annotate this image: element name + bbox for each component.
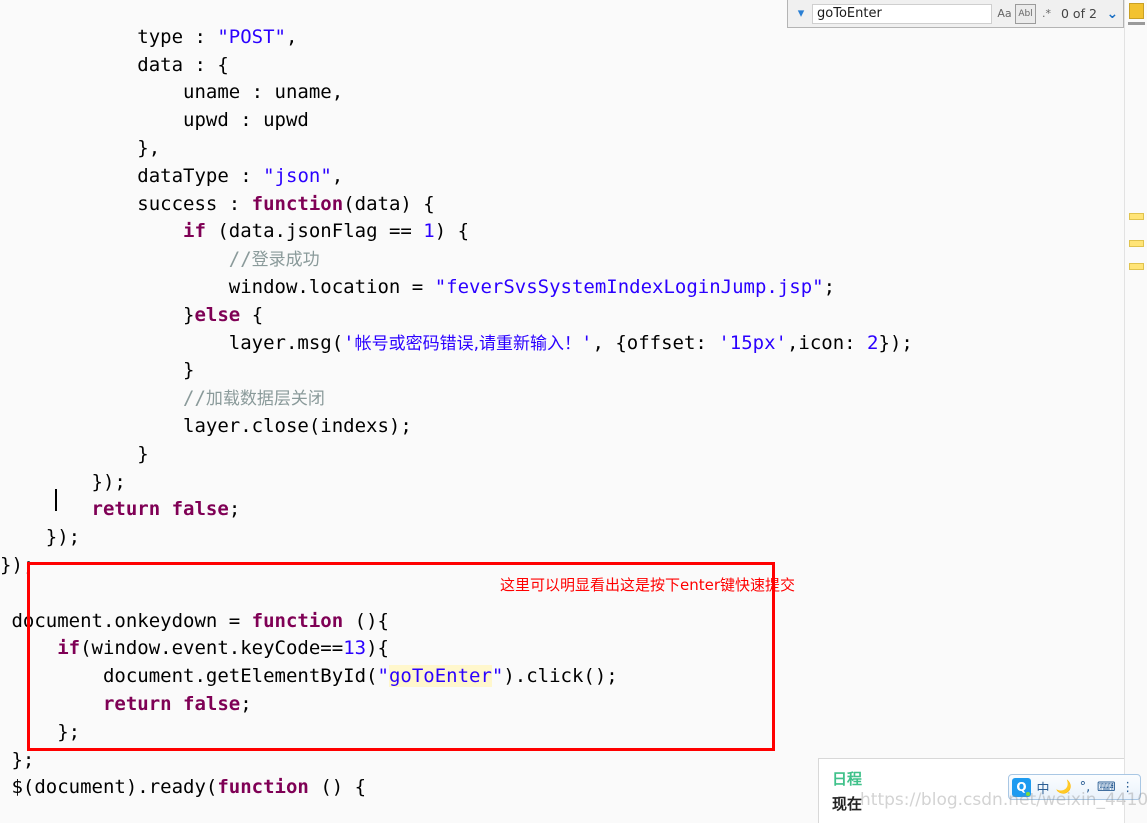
code-line: document.onkeydown = function (){: [11, 609, 389, 632]
language-mode-label[interactable]: 中: [1034, 777, 1052, 797]
punctuation-mode-label[interactable]: °,: [1076, 777, 1094, 797]
schedule-now-label: 现在: [832, 795, 863, 813]
code-line: window.location = "feverSvsSystemIndexLo…: [228, 275, 836, 298]
code-line: data : {: [137, 53, 229, 76]
whole-word-icon[interactable]: Abl: [1015, 3, 1036, 24]
vertical-scrollbar[interactable]: [1124, 0, 1147, 823]
code-line: layer.close(indexs);: [183, 414, 412, 437]
moon-icon[interactable]: 🌙: [1055, 777, 1073, 797]
code-text[interactable]: type : "POST", data : { uname : uname, u…: [0, 0, 913, 823]
code-line: });: [45, 526, 81, 549]
search-match-highlight: goToEnter: [388, 665, 492, 688]
code-line: return false;: [91, 498, 241, 521]
code-line: });: [91, 470, 126, 493]
code-line: uname : uname,: [183, 81, 344, 104]
code-line: type : "POST",: [137, 25, 298, 48]
scrollbar-thumb[interactable]: [1129, 3, 1144, 19]
code-line: layer.msg('帐号或密码错误,请重新输入！', {offset: '15…: [228, 331, 913, 354]
text-caret: [55, 489, 57, 511]
keyboard-icon[interactable]: ⌨: [1097, 777, 1116, 797]
result-count-label: 0 of 2: [1061, 6, 1097, 21]
match-case-icon[interactable]: Aa: [994, 4, 1015, 24]
code-line: };: [57, 720, 81, 743]
code-line: document.getElementById("goToEnter").cli…: [102, 665, 618, 688]
code-line: success : function(data) {: [137, 192, 435, 215]
code-line: }: [137, 442, 149, 465]
code-line: //加载数据层关闭: [183, 387, 325, 410]
code-line: upwd : upwd: [183, 109, 309, 132]
schedule-title: 日程: [832, 770, 863, 788]
search-input[interactable]: [812, 3, 992, 24]
qq-pinyin-logo-icon[interactable]: Q: [1012, 777, 1031, 797]
scrollbar-divider: [1128, 22, 1145, 25]
scrollbar-match-marker[interactable]: [1129, 263, 1144, 270]
scrollbar-match-marker[interactable]: [1129, 240, 1144, 247]
chevron-down-icon[interactable]: ▾: [792, 5, 810, 23]
find-next-icon[interactable]: ⌄: [1103, 5, 1122, 23]
code-line: if(window.event.keyCode==13){: [57, 637, 389, 660]
code-editor-pane[interactable]: type : "POST", data : { uname : uname, u…: [0, 0, 1124, 823]
code-line: };: [11, 748, 35, 771]
code-line: },: [137, 136, 161, 159]
code-line: }: [183, 359, 195, 382]
find-bar[interactable]: ▾ Aa Abl .* 0 of 2 ⌄ ⌃ ✕: [787, 0, 1147, 28]
ime-toolbar[interactable]: Q 中 🌙 °, ⌨ ⋮: [1008, 774, 1141, 800]
toolbox-icon[interactable]: ⋮: [1119, 777, 1137, 797]
code-line: if (data.jsonFlag == 1) {: [183, 220, 470, 243]
code-line: //登录成功: [228, 248, 320, 271]
code-line: $(document).ready(function () {: [11, 776, 367, 799]
code-line: }else {: [183, 303, 264, 326]
scrollbar-match-marker[interactable]: [1129, 213, 1144, 220]
annotation-label: 这里可以明显看出这是按下enter键快速提交: [500, 576, 796, 594]
regex-icon[interactable]: .*: [1036, 4, 1057, 24]
code-line: return false;: [102, 692, 252, 715]
code-line: dataType : "json",: [137, 164, 344, 187]
